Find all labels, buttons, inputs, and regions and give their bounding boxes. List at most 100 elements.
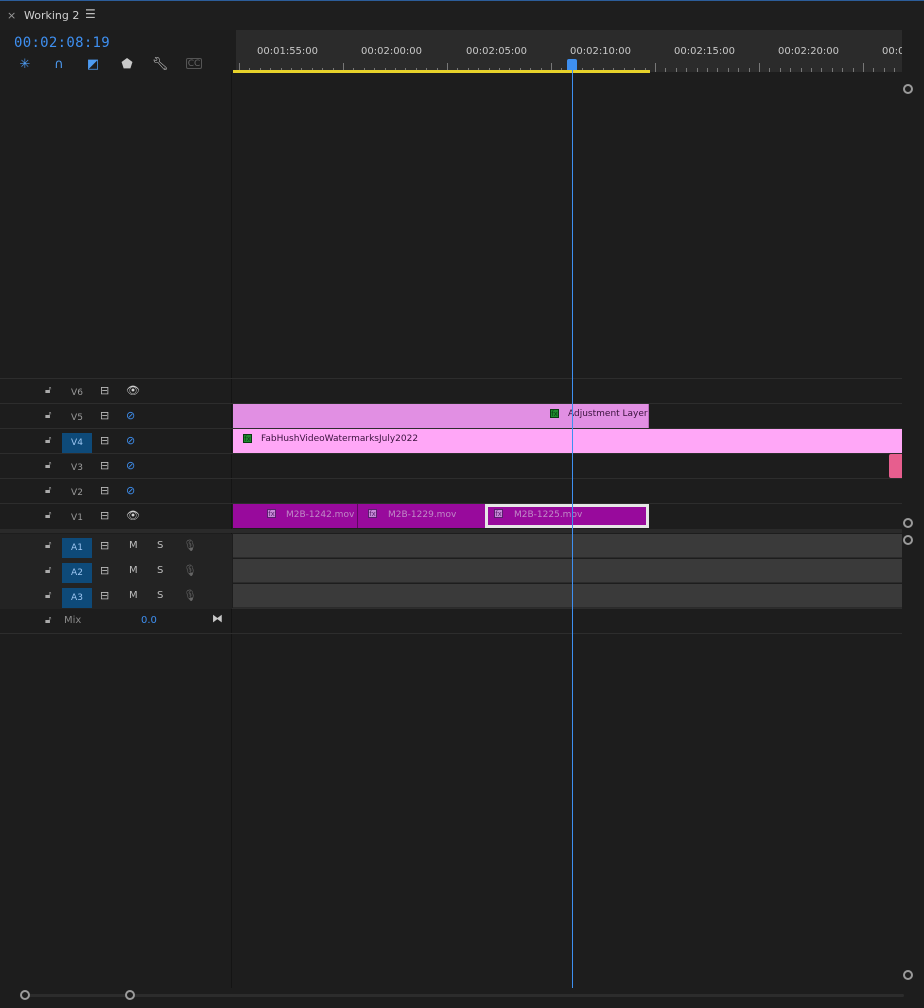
track-target-v4[interactable]: V4 [62,433,92,453]
ruler-tick [707,68,708,72]
horizontal-zoom-scrollbar[interactable] [24,994,904,997]
track-target-v1[interactable]: V1 [62,508,92,528]
work-area-bar[interactable] [233,70,650,73]
track-target-a2[interactable]: A2 [62,563,92,583]
lock-icon[interactable]: 🔓︎ [45,565,51,576]
horizontal-scroll-area [0,988,924,1008]
solo-button[interactable]: S [157,565,163,576]
nest-sequence-icon[interactable]: ✳ [16,56,34,72]
solo-button[interactable]: S [157,590,163,601]
track-header-v5: 🔓︎ V5 ⊟ ⊘ [0,404,232,429]
track-header-v1: 🔓︎ V1 ⊟ 👁︎ [0,504,232,529]
video-scroll-top-handle[interactable] [903,84,913,94]
lock-icon[interactable]: 🔓︎ [45,385,51,396]
linked-selection-icon[interactable]: ◩ [84,56,102,72]
eye-visible-icon[interactable]: 👁︎ [126,509,140,522]
track-header-v6: 🔓︎ V6 ⊟ 👁︎ [0,379,232,404]
playhead-line[interactable] [572,64,573,988]
toggle-sync-lock-icon[interactable]: ⊟ [100,564,109,577]
ruler-tick [727,68,729,72]
track-target-v5[interactable]: V5 [62,408,92,428]
eye-hidden-icon[interactable]: ⊘ [126,409,135,422]
track-target-a3[interactable]: A3 [62,588,92,608]
toggle-sync-lock-icon[interactable]: ⊟ [100,459,109,472]
captions-icon[interactable]: CC [186,58,202,69]
video-clip-m2b-1242[interactable]: fx M2B-1242.mov [233,504,357,528]
lock-icon[interactable]: 🔓︎ [45,615,51,626]
lock-icon[interactable]: 🔓︎ [45,410,51,421]
mute-button[interactable]: M [129,565,138,576]
v3-clip-edge[interactable] [889,454,902,478]
video-clip-m2b-1229[interactable]: fx M2B-1229.mov [357,504,485,528]
audio-track-a3-lane[interactable] [233,584,902,608]
video-clip-m2b-1225-selected[interactable]: fx M2B-1225.mov [485,504,649,528]
toggle-sync-lock-icon[interactable]: ⊟ [100,539,109,552]
close-panel-button[interactable]: × [7,9,16,22]
timeline-settings-wrench-icon[interactable]: 🔧︎ [151,56,169,72]
voiceover-mic-icon[interactable]: 🎙︎ [183,589,197,602]
lock-icon[interactable]: 🔓︎ [45,540,51,551]
ruler-tick [831,68,833,72]
watermark-clip[interactable]: fx FabHushVideoWatermarksJuly2022 [233,429,902,453]
add-marker-icon[interactable]: ⬟ [118,56,136,72]
ruler-tick [769,68,771,72]
playhead-timecode[interactable]: 00:02:08:19 [14,35,110,51]
voiceover-mic-icon[interactable]: 🎙︎ [183,539,197,552]
eye-hidden-icon[interactable]: ⊘ [126,459,135,472]
ruler-label: 00:01:55:00 [257,46,319,57]
audio-track-a2-lane[interactable] [233,559,902,583]
video-audio-divider[interactable] [0,529,902,533]
clip-label: Adjustment Layer [568,409,648,419]
panel-tab-bar: × Working 2 ☰ [0,0,924,30]
ruler-tick [665,68,667,72]
audio-track-a1-lane[interactable] [233,534,902,558]
solo-button[interactable]: S [157,540,163,551]
video-scroll-bottom-handle[interactable] [903,518,913,528]
go-to-in-out-icon[interactable]: ⧓ [212,612,223,625]
toggle-sync-lock-icon[interactable]: ⊟ [100,509,109,522]
ruler-tick [675,68,677,72]
toggle-sync-lock-icon[interactable]: ⊟ [100,589,109,602]
ruler-tick [842,68,844,72]
audio-scroll-top-handle[interactable] [903,535,913,545]
lock-icon[interactable]: 🔓︎ [45,460,51,471]
track-target-v2[interactable]: V2 [62,483,92,503]
ruler-tick [873,68,875,72]
lock-icon[interactable]: 🔓︎ [45,435,51,446]
ruler-tick [863,63,864,72]
toggle-sync-lock-icon[interactable]: ⊟ [100,409,109,422]
lock-icon[interactable]: 🔓︎ [45,485,51,496]
snap-magnet-icon[interactable]: ∩ [50,56,68,72]
mix-volume-value[interactable]: 0.0 [141,615,157,626]
track-target-a1[interactable]: A1 [62,538,92,558]
zoom-right-handle[interactable] [125,990,135,1000]
track-target-v6[interactable]: V6 [62,383,92,403]
lock-icon[interactable]: 🔓︎ [45,590,51,601]
sequence-tab-title[interactable]: Working 2 [24,9,79,22]
toggle-sync-lock-icon[interactable]: ⊟ [100,484,109,497]
eye-hidden-icon[interactable]: ⊘ [126,434,135,447]
ruler-label: 00:02:20:00 [778,46,840,57]
track-header-v4: 🔓︎ V4 ⊟ ⊘ [0,429,232,454]
toggle-sync-lock-icon[interactable]: ⊟ [100,434,109,447]
lock-icon[interactable]: 🔓︎ [45,510,51,521]
adjustment-layer-clip[interactable]: fx Adjustment Layer [233,404,649,428]
mute-button[interactable]: M [129,590,138,601]
mix-label: Mix [64,615,82,626]
mute-button[interactable]: M [129,540,138,551]
track-header-a3: 🔓︎ A3 ⊟ M S 🎙︎ [0,584,232,609]
ruler-tick [655,63,656,72]
eye-hidden-icon[interactable]: ⊘ [126,484,135,497]
audio-scroll-bottom-handle[interactable] [903,970,913,980]
fx-badge-icon: fx [550,409,559,418]
toggle-sync-lock-icon[interactable]: ⊟ [100,384,109,397]
ruler-label: 00:02:10:00 [570,46,632,57]
track-target-v3[interactable]: V3 [62,458,92,478]
zoom-left-handle[interactable] [20,990,30,1000]
ruler-label: 00:0 [882,46,902,57]
vertical-scroll-track[interactable] [902,72,924,988]
voiceover-mic-icon[interactable]: 🎙︎ [183,564,197,577]
fx-badge-icon: fx [267,509,276,518]
panel-menu-icon[interactable]: ☰ [85,7,96,21]
eye-visible-icon[interactable]: 👁︎ [126,384,140,397]
